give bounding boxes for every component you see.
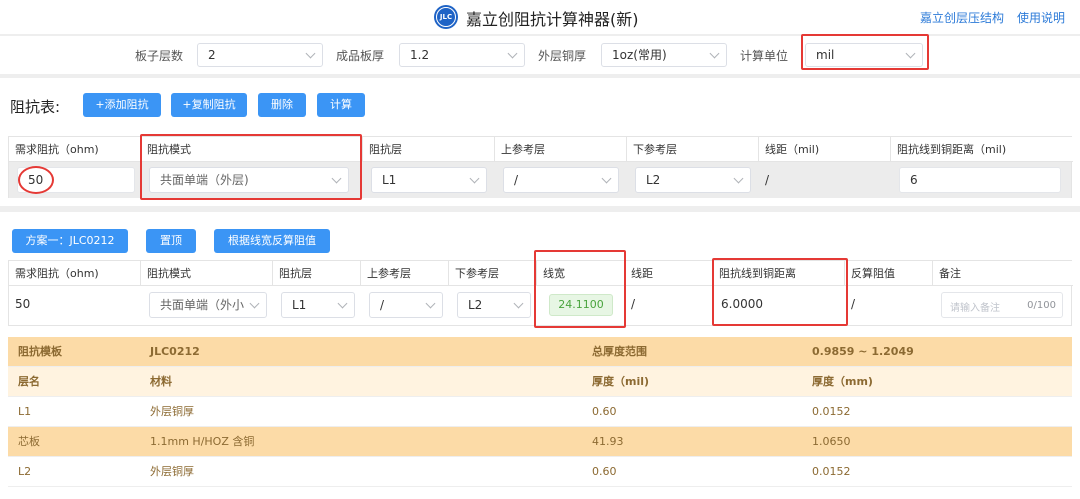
stackup-mm: 0.0152 xyxy=(812,405,851,418)
sol-col-remark: 备注 xyxy=(933,261,1073,286)
reverse-calc-button[interactable]: 根据线宽反算阻值 xyxy=(214,229,330,253)
chevron-down-icon xyxy=(305,48,316,59)
layers-label: 板子层数 xyxy=(135,49,184,63)
chevron-down-icon xyxy=(733,173,744,184)
copper-select[interactable]: 1oz(常用) xyxy=(601,43,727,67)
chevron-down-icon xyxy=(905,48,916,59)
help-link[interactable]: 使用说明 xyxy=(1017,9,1065,26)
pin-top-button[interactable]: 置顶 xyxy=(146,229,196,253)
sol-col-bottom-ref: 下参考层 xyxy=(449,261,537,286)
stackup-mm: 0.0152 xyxy=(812,465,851,478)
total-thickness-label: 总厚度范围 xyxy=(592,345,647,358)
col-header-copper-distance: 阻抗线到铜距离（mil) xyxy=(891,137,1073,162)
col-header-spacing: 线距（mil) xyxy=(759,137,891,162)
layer-select[interactable]: L1 xyxy=(371,167,487,193)
sol-col-impedance: 需求阻抗（ohm) xyxy=(9,261,141,286)
add-impedance-button[interactable]: +添加阻抗 xyxy=(83,93,161,117)
col-header-mode: 阻抗模式 xyxy=(141,137,363,162)
col-header-impedance: 需求阻抗（ohm) xyxy=(9,137,141,162)
remark-input[interactable]: 请输入备注 0/100 xyxy=(941,292,1063,318)
jlc-logo-icon: JLC xyxy=(434,5,458,29)
stackup-col-name: 层名 xyxy=(18,375,40,388)
copy-impedance-button[interactable]: +复制阻抗 xyxy=(171,93,247,117)
sol-bottom-ref-select[interactable]: L2 xyxy=(457,292,531,318)
stackup-mil: 0.60 xyxy=(592,405,617,418)
impedance-table: 需求阻抗（ohm) 阻抗模式 阻抗层 上参考层 下参考层 线距（mil) 阻抗线… xyxy=(8,136,1073,198)
stackup-col-material: 材料 xyxy=(150,375,172,388)
chevron-down-icon xyxy=(425,298,436,309)
stackup-material: 1.1mm H/HOZ 含铜 xyxy=(150,435,255,448)
sol-copper-distance-value: 6.0000 xyxy=(721,297,763,311)
sol-col-mode: 阻抗模式 xyxy=(141,261,273,286)
col-header-bottom-ref: 下参考层 xyxy=(627,137,759,162)
sol-col-layer: 阻抗层 xyxy=(273,261,361,286)
impedance-input[interactable]: 50 xyxy=(17,167,135,193)
sol-width-value: 24.1100 xyxy=(549,294,613,316)
copper-label: 外层铜厚 xyxy=(538,49,587,63)
mode-select[interactable]: 共面单端（外层) xyxy=(149,167,349,193)
top-ref-select[interactable]: / xyxy=(503,167,619,193)
chevron-down-icon xyxy=(709,48,720,59)
stackup-mil: 41.93 xyxy=(592,435,624,448)
bottom-ref-select[interactable]: L2 xyxy=(635,167,751,193)
sol-layer-select[interactable]: L1 xyxy=(281,292,355,318)
stackup-col-mm: 厚度（mm) xyxy=(812,375,873,388)
impedance-table-title: 阻抗表: xyxy=(10,98,61,116)
settings-bar: 板子层数 2 成品板厚 1.2 外层铜厚 1oz(常用) 计算单位 mil xyxy=(0,34,1080,74)
template-label: 阻抗模板 xyxy=(18,345,62,358)
stackup-row: L1 外层铜厚 0.60 0.0152 xyxy=(8,397,1072,427)
sol-col-copper-distance: 阻抗线到铜距离 xyxy=(713,261,845,286)
stackup-layer-name: L1 xyxy=(18,405,32,418)
stackup-material: 外层铜厚 xyxy=(150,465,194,478)
template-value: JLC0212 xyxy=(150,345,200,358)
calculate-button[interactable]: 计算 xyxy=(317,93,365,117)
stackup-row: L2 外层铜厚 0.60 0.0152 xyxy=(8,457,1072,487)
sol-col-spacing: 线距 xyxy=(625,261,713,286)
solution-table: 需求阻抗（ohm) 阻抗模式 阻抗层 上参考层 下参考层 线宽 线距 阻抗线到铜… xyxy=(8,260,1073,326)
stackup-material: 外层铜厚 xyxy=(150,405,194,418)
sol-spacing-value: / xyxy=(631,297,636,311)
chevron-down-icon xyxy=(469,173,480,184)
stackup-mm: 1.0650 xyxy=(812,435,851,448)
unit-select[interactable]: mil xyxy=(805,43,923,67)
solution-panel: 方案一：JLC0212 置顶 根据线宽反算阻值 需求阻抗（ohm) 阻抗模式 阻… xyxy=(0,212,1080,499)
spacing-value: / xyxy=(765,173,770,187)
remark-counter: 0/100 xyxy=(1027,300,1056,311)
solution-tab-button[interactable]: 方案一：JLC0212 xyxy=(12,229,128,253)
sol-top-ref-select[interactable]: / xyxy=(369,292,443,318)
stackup-summary-row: 阻抗模板 JLC0212 总厚度范围 0.9859 ~ 1.2049 xyxy=(8,337,1072,367)
sol-impedance-value: 50 xyxy=(15,297,31,311)
sol-mode-select[interactable]: 共面单端（外小 xyxy=(149,292,267,318)
remark-placeholder: 请输入备注 xyxy=(950,303,1000,314)
chevron-down-icon xyxy=(331,173,342,184)
chevron-down-icon xyxy=(249,298,260,309)
sol-col-width: 线宽 xyxy=(537,261,625,286)
app-title: 嘉立创阻抗计算神器(新) xyxy=(466,10,639,29)
copper-distance-input[interactable]: 6 xyxy=(899,167,1061,193)
stackup-header-row: 层名 材料 厚度（mil) 厚度（mm) xyxy=(8,367,1072,397)
sol-col-top-ref: 上参考层 xyxy=(361,261,449,286)
thickness-select[interactable]: 1.2 xyxy=(399,43,525,67)
col-header-layer: 阻抗层 xyxy=(363,137,495,162)
sol-col-back-calc: 反算阻值 xyxy=(845,261,933,286)
stackup-layer-name: 芯板 xyxy=(18,435,40,448)
chevron-down-icon xyxy=(513,298,524,309)
col-header-top-ref: 上参考层 xyxy=(495,137,627,162)
chevron-down-icon xyxy=(601,173,612,184)
impedance-panel: 阻抗表: +添加阻抗 +复制阻抗 删除 计算 需求阻抗（ohm) 阻抗模式 阻抗… xyxy=(0,78,1080,206)
sol-back-calc-value: / xyxy=(851,297,856,311)
chevron-down-icon xyxy=(507,48,518,59)
layers-select[interactable]: 2 xyxy=(197,43,323,67)
delete-button[interactable]: 删除 xyxy=(258,93,306,117)
stackup-row: 芯板 1.1mm H/HOZ 含铜 41.93 1.0650 xyxy=(8,427,1072,457)
top-bar: JLC 嘉立创阻抗计算神器(新) 嘉立创层压结构 使用说明 xyxy=(0,0,1080,34)
stackup-mil: 0.60 xyxy=(592,465,617,478)
chevron-down-icon xyxy=(337,298,348,309)
stackup-structure-link[interactable]: 嘉立创层压结构 xyxy=(920,9,1004,26)
total-thickness-value: 0.9859 ~ 1.2049 xyxy=(812,345,914,358)
stackup-layer-name: L2 xyxy=(18,465,32,478)
stackup-col-mil: 厚度（mil) xyxy=(592,375,650,388)
thickness-label: 成品板厚 xyxy=(336,49,385,63)
unit-label: 计算单位 xyxy=(740,49,789,63)
